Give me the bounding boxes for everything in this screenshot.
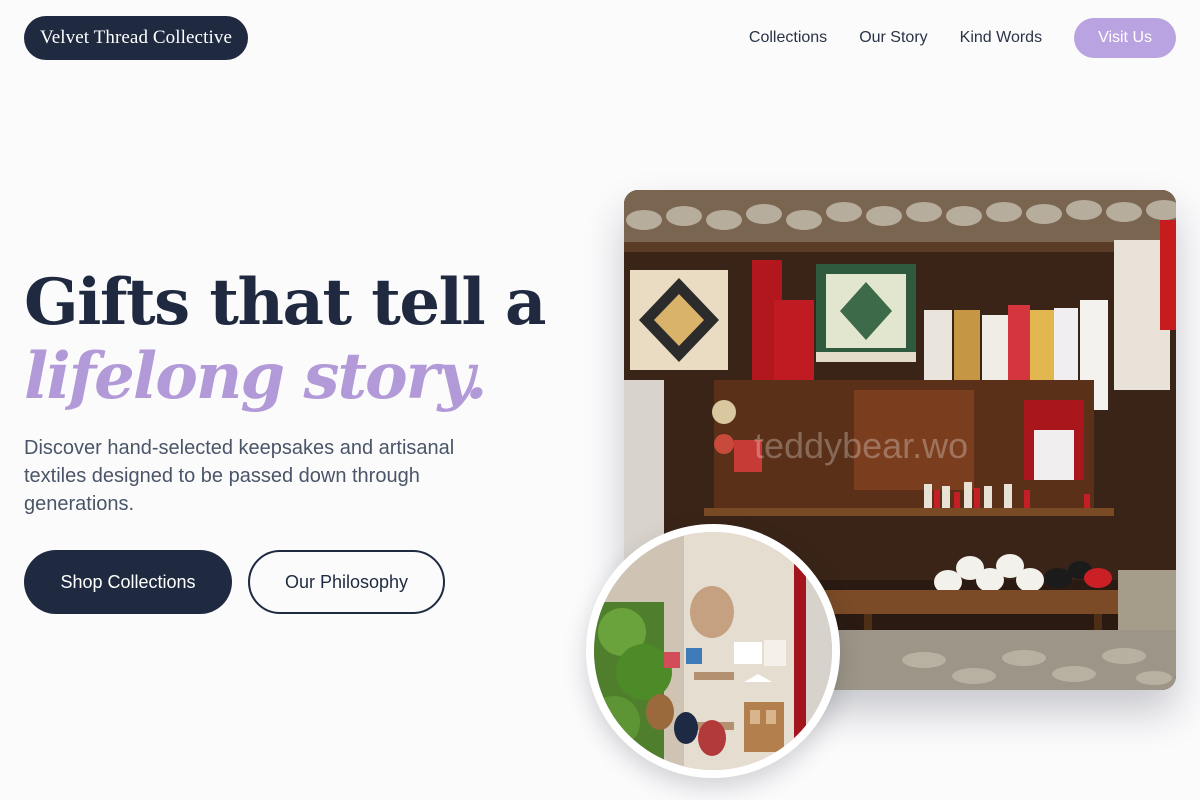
- shop-collections-button[interactable]: Shop Collections: [24, 550, 232, 614]
- hero-subtitle: Discover hand-selected keepsakes and art…: [24, 437, 455, 515]
- hero-title-accent: lifelong story.: [24, 339, 488, 414]
- nav-link-collections[interactable]: Collections: [749, 29, 827, 47]
- hero-title: Gifts that tell a lifelong story.: [24, 266, 584, 414]
- photo-watermark: teddybear.wo: [754, 425, 968, 466]
- brand-name: Velvet Thread Collective: [40, 27, 232, 48]
- shop-window-photo: [586, 524, 840, 778]
- nav-link-kind-words[interactable]: Kind Words: [960, 29, 1042, 47]
- brand-logo[interactable]: Velvet Thread Collective: [24, 16, 248, 60]
- visit-us-button[interactable]: Visit Us: [1074, 18, 1176, 58]
- top-nav: Collections Our Story Kind Words Visit U…: [749, 18, 1176, 58]
- our-philosophy-button[interactable]: Our Philosophy: [248, 550, 445, 614]
- landing-page: Velvet Thread Collective Collections Our…: [0, 0, 1200, 800]
- nav-link-our-story[interactable]: Our Story: [859, 29, 927, 47]
- hero-title-line-1: Gifts that tell a: [24, 265, 546, 340]
